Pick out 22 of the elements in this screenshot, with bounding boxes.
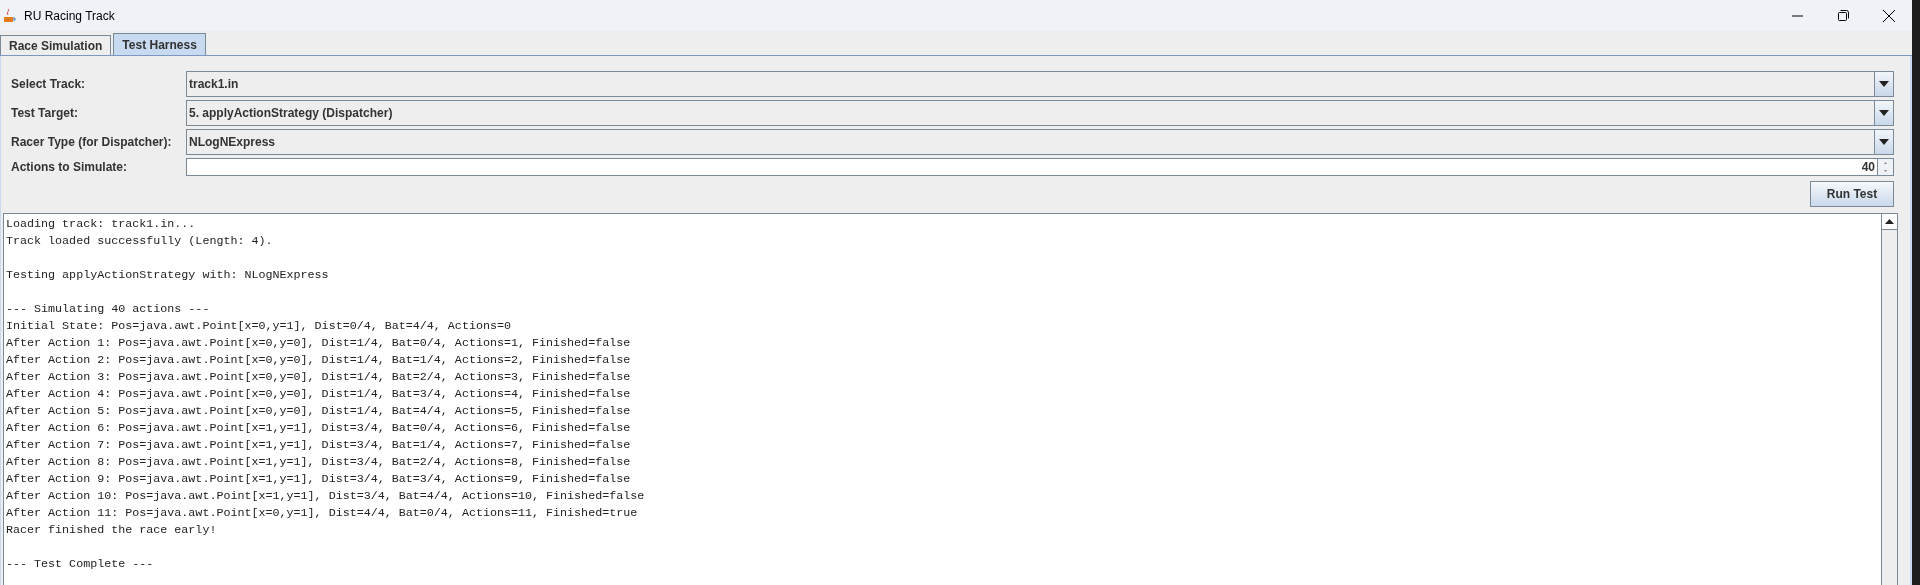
scroll-up-icon[interactable] <box>1885 219 1894 224</box>
field-label: Select Track: <box>10 77 87 91</box>
app-icon <box>2 7 16 24</box>
restore-icon <box>1837 10 1849 21</box>
dropdown[interactable]: 5. applyActionStrategy (Dispatcher) <box>186 100 1894 126</box>
output-log: Loading track: track1.in... Track loaded successfully (Length: 4). Testing applyActionStrategy with: NLogNExpress --- Simulating 40 actions --- Initial State: Pos=java.awt.Point[x=0,y=1], Dist=0/4, Bat=4/4, Actions=0 After Action 1: Pos=java.awt.Point[x=0,y=0], Dist=1/4, Bat=0/4, Actions=1, Finished=false After Action 2: Pos=java.awt.Point[x=0,y=0], Dist=1/4, Bat=1/4, Actions=2, Finished=false After Action 3: Pos=java.awt.Point[x=0,y=0], Dist=1/4, Bat=2/4, Actions=3, Finished=false After Action 4: Pos=java.awt.Point[x=0,y=0], Dist=1/4, Bat=3/4, Actions=4, Finished=false After Action 5: Pos=java.awt.Point[x=0,y=0], Dist=1/4, Bat=4/4, Actions=5, Finished=false After Action 6: Pos=java.awt.Point[x=1,y=1], Dist=3/4, Bat=0/4, Actions=6, Finished=false After Action 7: Pos=java.awt.Point[x=1,y=1], Dist=3/4, Bat=1/4, Actions=7, Finished=false After Action 8: Pos=java.awt.Point[x=1,y=1], Dist=3/4, Bat=2/4, Actions=8, Finished=false After Action 9: Pos=java.awt.Point[x=1,y=1], Dist=3/4, Bat=3/4, Actions=9, Finished=false After Action 10: Pos=java.awt.Point[x=1,y=1], Dist=3/4, Bat=4/4, Actions=10, Finished=false After Action 11: Pos=java.awt.Point[x=0,y=1], Dist=4/4, Bat=0/4, Actions=11, Finished=true Racer finished the race early! --- Test Complete --- <box>4 214 1881 585</box>
tab[interactable]: Test Harness <box>113 33 206 55</box>
scrollbar[interactable] <box>1881 214 1897 585</box>
field-label: Actions to Simulate: <box>10 160 128 174</box>
window-title: RU Racing Track <box>24 8 116 23</box>
dropdown[interactable]: NLogNExpress <box>186 129 1894 155</box>
dropdown-arrow-icon <box>1879 139 1889 145</box>
tab[interactable]: Race Simulation <box>0 35 112 55</box>
close-icon <box>1883 9 1895 22</box>
dropdown-arrow-icon <box>1879 81 1889 87</box>
dropdown[interactable]: track1.in <box>186 71 1894 97</box>
number-field[interactable]: 40 <box>186 158 1878 176</box>
dropdown-arrow-icon <box>1879 110 1889 116</box>
field-label: Racer Type (for Dispatcher): <box>10 135 173 149</box>
field-label: Test Target: <box>10 106 79 120</box>
minimize-icon <box>1791 14 1803 17</box>
run-test-button[interactable]: Run Test <box>1810 181 1894 207</box>
